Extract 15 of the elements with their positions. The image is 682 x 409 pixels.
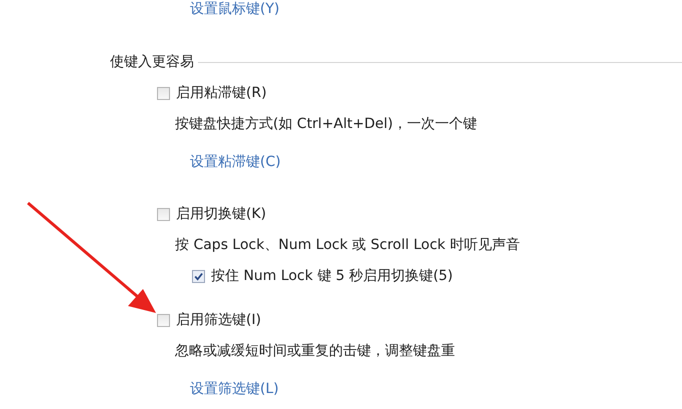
- settings-link[interactable]: 设置粘滞键(C): [190, 154, 281, 170]
- section-title: 使键入更容易: [110, 53, 194, 71]
- checkbox[interactable]: [157, 314, 170, 326]
- option-description: 按 Caps Lock、Num Lock 或 Scroll Lock 时听见声音: [174, 236, 521, 255]
- checkbox[interactable]: [157, 208, 170, 220]
- settings-link[interactable]: 设置筛选键(L): [190, 381, 279, 397]
- checkbox-label: 按住 Num Lock 键 5 秒启用切换键(5): [211, 267, 453, 285]
- checkbox[interactable]: [192, 270, 205, 282]
- mouse-keys-link[interactable]: 设置鼠标键(Y): [190, 1, 280, 17]
- checkbox-label: 启用筛选键(I): [176, 311, 262, 329]
- checkbox-label: 启用粘滞键(R): [176, 84, 267, 102]
- checkbox-label: 启用切换键(K): [176, 205, 266, 223]
- checkbox[interactable]: [157, 86, 170, 100]
- option-description: 忽略或减缓短时间或重复的击键，调整键盘重: [174, 342, 456, 361]
- option-description: 按键盘快捷方式(如 Ctrl+Alt+Del)，一次一个键: [174, 115, 478, 134]
